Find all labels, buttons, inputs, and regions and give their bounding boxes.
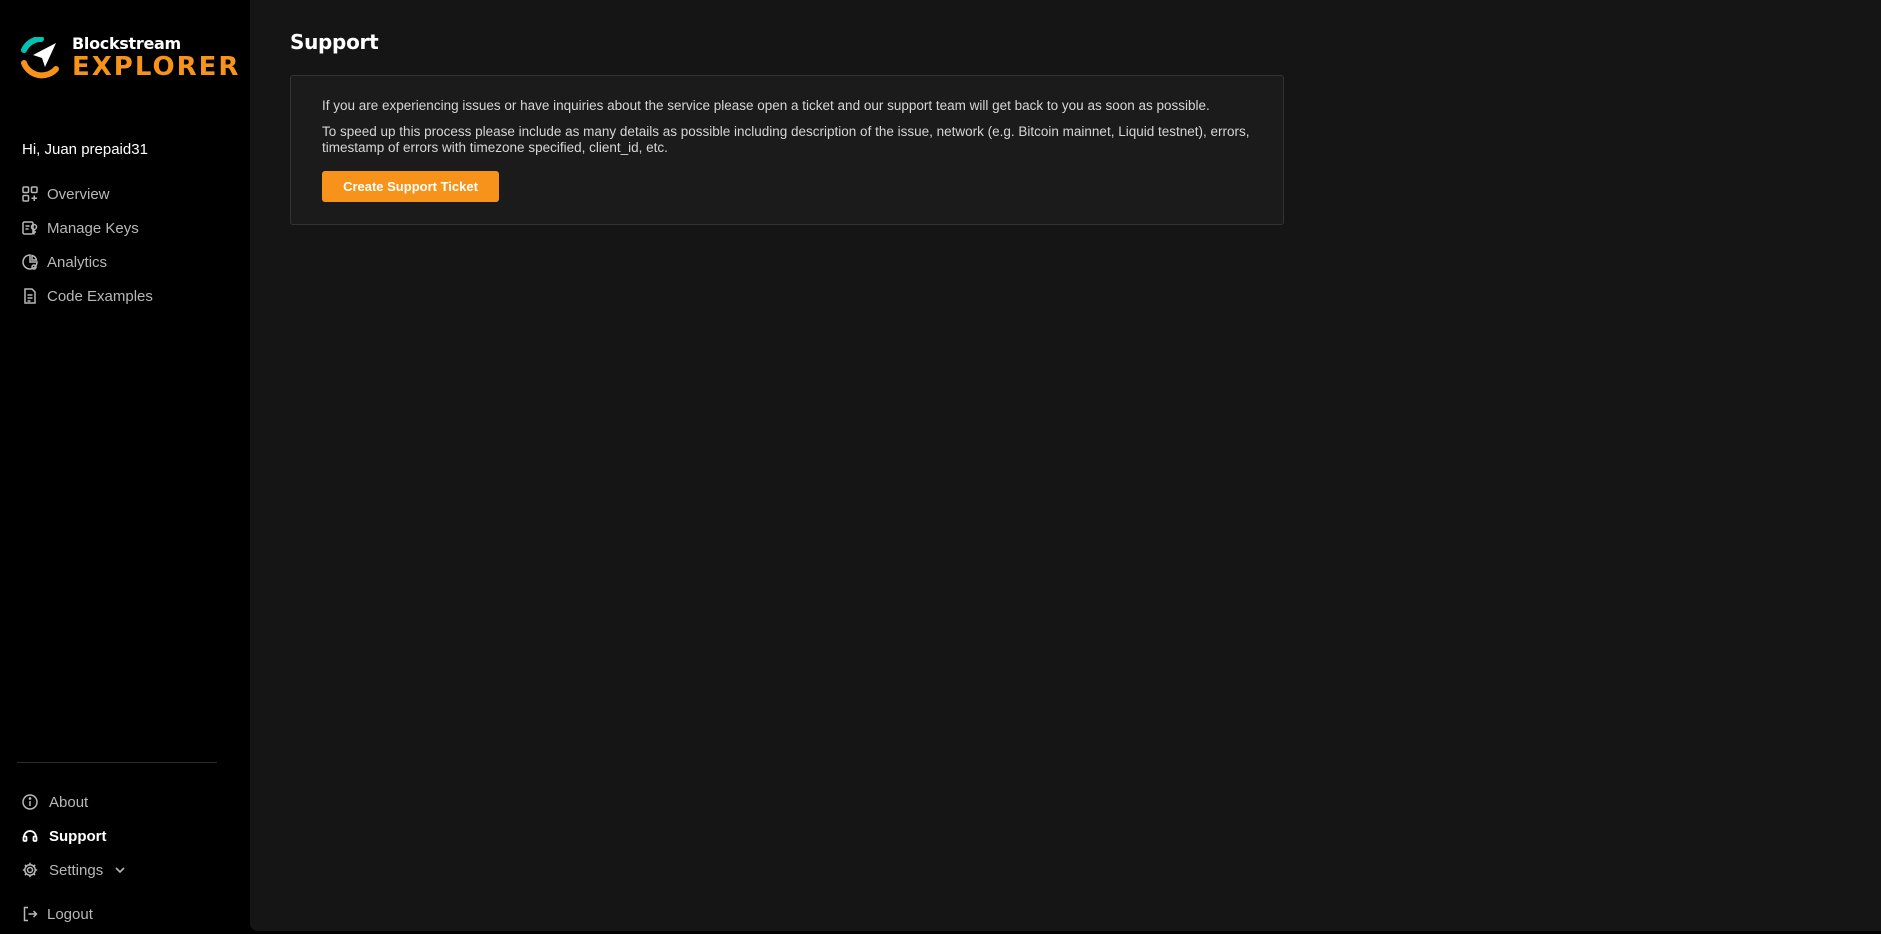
- brand-product: EXPLORER: [72, 52, 241, 82]
- main-content: Support If you are experiencing issues o…: [250, 0, 1881, 931]
- analytics-icon: [20, 252, 40, 272]
- nav-item-manage-keys[interactable]: Manage Keys: [20, 211, 153, 245]
- nav-label: Overview: [47, 185, 110, 203]
- logout-button[interactable]: Logout: [20, 897, 93, 931]
- gear-icon: [20, 860, 40, 880]
- nav-label: Analytics: [47, 253, 108, 271]
- support-intro-text: If you are experiencing issues or have i…: [322, 98, 1210, 113]
- nav-label: Manage Keys: [47, 219, 139, 237]
- blockstream-logo-icon: [21, 37, 59, 79]
- brand-name: Blockstream: [72, 34, 181, 53]
- nav-item-overview[interactable]: Overview: [20, 177, 153, 211]
- create-support-ticket-button[interactable]: Create Support Ticket: [322, 171, 499, 202]
- secondary-nav: About Support Settings: [20, 785, 127, 887]
- brand-logo[interactable]: Blockstream EXPLORER: [20, 36, 240, 80]
- sidebar-divider: [17, 762, 217, 763]
- nav-label: Settings: [49, 861, 104, 879]
- logout-nav: Logout: [20, 897, 93, 931]
- key-icon: [20, 218, 40, 238]
- user-greeting: Hi, Juan prepaid31: [22, 141, 148, 158]
- logout-label: Logout: [47, 905, 93, 923]
- nav-item-code-examples[interactable]: Code Examples: [20, 279, 153, 313]
- nav-item-about[interactable]: About: [20, 785, 127, 819]
- nav-label: Support: [49, 827, 107, 845]
- grid-plus-icon: [20, 184, 40, 204]
- sidebar: Blockstream EXPLORER Hi, Juan prepaid31 …: [0, 0, 250, 934]
- document-icon: [20, 286, 40, 306]
- nav-item-analytics[interactable]: Analytics: [20, 245, 153, 279]
- support-icon: [20, 826, 40, 846]
- nav-item-support[interactable]: Support: [20, 819, 127, 853]
- nav-label: Code Examples: [47, 287, 153, 305]
- logout-icon: [20, 904, 40, 924]
- support-details-text: To speed up this process please include …: [322, 124, 1250, 155]
- nav-label: About: [49, 793, 89, 811]
- nav-item-settings[interactable]: Settings: [20, 853, 127, 887]
- main-nav: Overview Manage Keys Analytics Code Exam…: [20, 177, 153, 313]
- info-icon: [20, 792, 40, 812]
- page-title: Support: [290, 30, 379, 54]
- support-card: If you are experiencing issues or have i…: [290, 75, 1284, 225]
- chevron-down-icon[interactable]: [113, 863, 127, 877]
